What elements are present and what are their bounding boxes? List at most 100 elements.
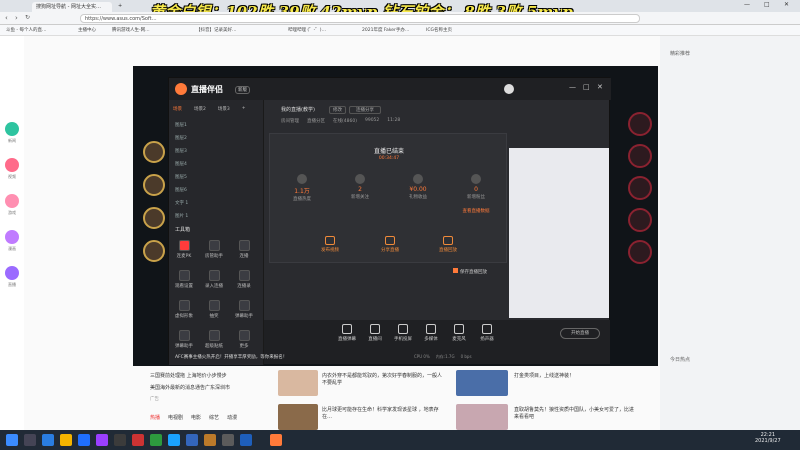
tool-danmaku-2[interactable]: 弹幕助手	[173, 330, 195, 349]
comic-icon[interactable]	[5, 230, 19, 244]
close-button[interactable]: ✕	[784, 1, 789, 8]
bookmark-item[interactable]: 2021年度 Faker手办…	[362, 27, 409, 33]
article-title[interactable]: 比月球更可能存在生命！科学家发现该星球 ，地表存在…	[322, 406, 442, 420]
replay-button[interactable]: 直播回放	[428, 236, 468, 253]
minimize-icon[interactable]: —	[569, 83, 576, 91]
game-icon[interactable]	[5, 194, 19, 208]
edge-icon[interactable]	[42, 434, 54, 446]
maximize-icon[interactable]: □	[583, 83, 590, 91]
bookmark-item[interactable]: 哔哩哔哩 (゜-゜)…	[288, 27, 326, 33]
app-icon[interactable]	[222, 434, 234, 446]
scene-tab[interactable]: 场景2	[194, 106, 206, 112]
danmaku-button[interactable]: 直播弹幕	[334, 324, 360, 342]
layer-row[interactable]: 图层5	[175, 174, 259, 185]
wechat-icon[interactable]	[150, 434, 162, 446]
tool-link[interactable]: 连播	[233, 240, 255, 259]
room-button[interactable]: 直播间	[362, 324, 388, 342]
bookmark-item[interactable]: 【抖音】记录美好…	[196, 27, 237, 33]
tool-pk[interactable]: 连麦PK	[173, 240, 195, 259]
news-icon[interactable]	[5, 122, 19, 136]
bookmark-item[interactable]: 主播中心	[78, 27, 96, 33]
phone-cast-button[interactable]: 手机投屏	[390, 324, 416, 342]
reload-icon[interactable]: ↻	[25, 14, 30, 21]
minimize-button[interactable]: —	[744, 1, 750, 8]
left-article-line[interactable]: 三国赛前处理拖 上海地价小步慢步	[150, 372, 227, 379]
share-button[interactable]: 连播分享	[349, 106, 381, 114]
tool-more[interactable]: 更多	[233, 330, 255, 349]
article-title[interactable]: 内衣外穿不是都能驾驭的，第次好学春制服的，一般人不要乱学	[322, 372, 442, 386]
tool-room-manager[interactable]: 房管助手	[203, 240, 225, 259]
article-title[interactable]: 直取胡鲁莫先！狼性资质中国队，小美女可爱了，比进来看看吧	[514, 406, 634, 420]
app-icon[interactable]	[186, 434, 198, 446]
edit-title-button[interactable]: 修改	[329, 106, 346, 114]
url-input[interactable]: https://www.asus.com/Soft…	[80, 14, 640, 23]
article-thumbnail[interactable]	[278, 370, 318, 396]
layer-row[interactable]: 图层2	[175, 135, 259, 146]
browser-tab[interactable]: 搜狗网址导航 - 网址大全实…	[32, 2, 112, 12]
app-icon[interactable]	[132, 434, 144, 446]
article-title[interactable]: 打金类项目，上线送神装！	[514, 372, 634, 379]
article-thumbnail[interactable]	[456, 370, 508, 396]
layer-row[interactable]: 图层1	[175, 122, 259, 133]
bookmark-item[interactable]: ICG名称主页	[426, 27, 452, 33]
layer-row[interactable]: 文字 1	[175, 200, 259, 211]
premiere-icon[interactable]	[96, 434, 108, 446]
photoshop-icon[interactable]	[78, 434, 90, 446]
windows-taskbar: 22:21 2021/9/27	[0, 430, 800, 450]
publish-video-button[interactable]: 发布视频	[310, 236, 350, 253]
new-tab-button[interactable]: +	[114, 2, 124, 12]
nav-tab[interactable]: 电影	[191, 414, 201, 426]
avatar[interactable]	[504, 84, 514, 94]
tool-avatar[interactable]: 虚拟形象	[173, 300, 195, 319]
enemy-champion-portrait	[628, 240, 652, 264]
tool-lottery[interactable]: 抽奖	[203, 300, 225, 319]
nav-tab[interactable]: 电视剧	[168, 414, 183, 426]
tool-link-record[interactable]: 连播录	[233, 270, 255, 289]
scene-tab[interactable]: 场景3	[218, 106, 230, 112]
back-icon[interactable]: ‹	[5, 14, 8, 22]
share-live-button[interactable]: 分享直播	[370, 236, 410, 253]
app-icon[interactable]	[204, 434, 216, 446]
footer-notice[interactable]: AFC赛事主播火热开启！开播享丰厚奖励，等你来报名！	[175, 354, 287, 360]
nav-tab[interactable]: 热播	[150, 414, 160, 426]
bookmark-item[interactable]: 斗鱼 - 每个人的直…	[6, 27, 46, 33]
tool-danmaku[interactable]: 弹幕助手	[233, 300, 255, 319]
live-icon[interactable]	[5, 266, 19, 280]
pk-icon	[178, 240, 190, 251]
rail-label: 新闻	[8, 138, 16, 143]
version-badge[interactable]: 新版	[235, 86, 250, 94]
qq-icon[interactable]	[168, 434, 180, 446]
article-thumbnail[interactable]	[278, 404, 318, 430]
nav-tab[interactable]: 综艺	[209, 414, 219, 426]
windows-start-icon[interactable]	[6, 434, 18, 446]
layer-row[interactable]: 图层4	[175, 161, 259, 172]
save-replay-checkbox[interactable]: 保存直播回放	[453, 268, 487, 275]
tool-view-settings[interactable]: 观看设置	[173, 270, 195, 289]
maximize-button[interactable]: □	[764, 1, 770, 8]
close-icon[interactable]: ✕	[597, 83, 603, 91]
left-article-line[interactable]: 美国海外最新的消息通告广东深圳市	[150, 384, 230, 391]
search-icon[interactable]	[24, 434, 36, 446]
view-data-link[interactable]: 查看直播数据	[456, 208, 496, 214]
layer-row[interactable]: 图层6	[175, 187, 259, 198]
article-thumbnail[interactable]	[456, 404, 508, 430]
forward-icon[interactable]: ›	[15, 14, 18, 22]
streaming-app-icon[interactable]	[270, 434, 282, 446]
app-icon[interactable]	[114, 434, 126, 446]
nav-tab[interactable]: 动漫	[227, 414, 237, 426]
layer-row[interactable]: 图片 1	[175, 213, 259, 224]
bookmark-item[interactable]: 腾讯游戏人生-网…	[112, 27, 150, 33]
video-icon[interactable]	[5, 158, 19, 172]
media-button[interactable]: 多媒体	[418, 324, 444, 342]
right-sidebar: 精彩推荐 今日热点	[660, 36, 800, 430]
tool-record[interactable]: 录入连播	[203, 270, 225, 289]
scene-tab[interactable]: 场景	[173, 106, 182, 112]
mic-button[interactable]: 麦克风	[446, 324, 472, 342]
app-icon[interactable]	[240, 434, 252, 446]
tool-sticker[interactable]: 超级贴纸	[203, 330, 225, 349]
chrome-icon[interactable]	[60, 434, 72, 446]
speaker-button[interactable]: 扬声器	[474, 324, 500, 342]
start-live-button[interactable]: 开始直播	[560, 328, 600, 339]
add-scene-icon[interactable]: +	[242, 106, 246, 112]
layer-row[interactable]: 图层3	[175, 148, 259, 159]
